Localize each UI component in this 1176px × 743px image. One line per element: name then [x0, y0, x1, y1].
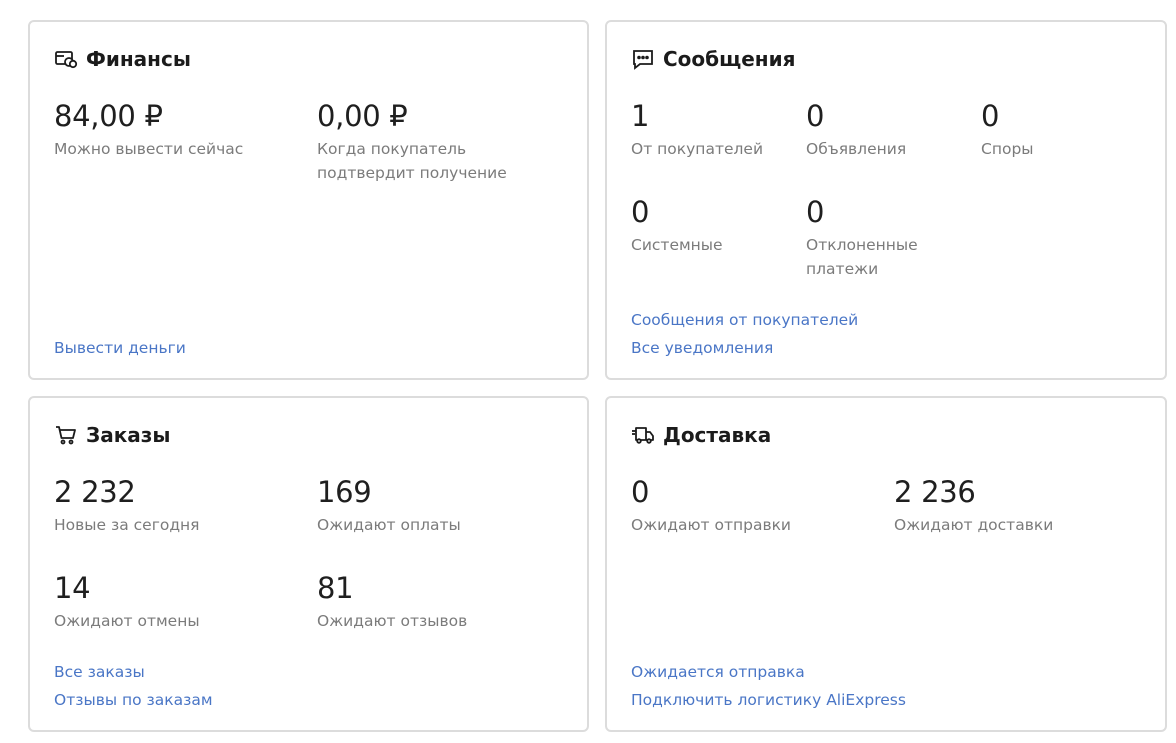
orders-title-text: Заказы [86, 423, 171, 447]
orders-card: Заказы 2 232 Новые за сегодня 169 Ожидаю… [28, 396, 589, 732]
finance-title-text: Финансы [86, 47, 191, 71]
messages-title: Сообщения [631, 47, 795, 71]
connect-aliexpress-logistics-link[interactable]: Подключить логистику AliExpress [631, 690, 906, 710]
delivery-truck-icon [631, 423, 655, 447]
delivery-card: Доставка 0 Ожидают отправки 2 236 Ожидаю… [605, 396, 1167, 732]
delivery-awaiting-shipment-stat: 0 Ожидают отправки [631, 475, 881, 537]
finance-pending-stat: 0,00 ₽ Когда покупатель подтвердит получ… [317, 99, 562, 185]
messages-buyers-value: 1 [631, 99, 650, 133]
finance-card: Финансы 84,00 ₽ Можно вывести сейчас 0,0… [28, 20, 589, 380]
orders-new-today-value: 2 232 [54, 475, 136, 509]
messages-disputes-stat: 0 Споры [981, 99, 1141, 161]
messages-system-stat: 0 Системные [631, 195, 791, 257]
messages-disputes-value: 0 [981, 99, 1000, 133]
messages-announcements-stat: 0 Объявления [806, 99, 966, 161]
messages-buyers-label: От покупателей [631, 140, 764, 158]
delivery-awaiting-delivery-value: 2 236 [894, 475, 976, 509]
chat-bubble-icon [631, 47, 655, 71]
orders-awaiting-reviews-stat: 81 Ожидают отзывов [317, 571, 567, 633]
buyer-messages-link[interactable]: Сообщения от покупателей [631, 310, 858, 330]
orders-awaiting-payment-stat: 169 Ожидают оплаты [317, 475, 567, 537]
withdraw-money-link[interactable]: Вывести деньги [54, 338, 186, 358]
orders-new-today-stat: 2 232 Новые за сегодня [54, 475, 304, 537]
messages-declined-payments-value: 0 [806, 195, 825, 229]
orders-title: Заказы [54, 423, 170, 447]
all-orders-link[interactable]: Все заказы [54, 662, 145, 682]
delivery-awaiting-delivery-stat: 2 236 Ожидают доставки [894, 475, 1144, 537]
orders-awaiting-payment-value: 169 [317, 475, 372, 509]
finance-available-value: 84,00 ₽ [54, 99, 163, 133]
finance-pending-label: Когда покупатель подтвердит получение [317, 140, 507, 182]
messages-system-label: Системные [631, 236, 723, 254]
messages-title-text: Сообщения [663, 47, 796, 71]
messages-declined-payments-label: Отклоненные платежи [806, 236, 918, 278]
finance-available-stat: 84,00 ₽ Можно вывести сейчас [54, 99, 304, 161]
delivery-title: Доставка [631, 423, 771, 447]
delivery-awaiting-shipment-label: Ожидают отправки [631, 516, 792, 534]
messages-buyers-stat: 1 От покупателей [631, 99, 791, 161]
messages-declined-payments-stat: 0 Отклоненные платежи [806, 195, 931, 281]
delivery-awaiting-shipment-value: 0 [631, 475, 650, 509]
all-notifications-link[interactable]: Все уведомления [631, 338, 773, 358]
wallet-coins-icon [54, 47, 78, 71]
shopping-cart-icon [54, 423, 78, 447]
messages-card: Сообщения 1 От покупателей 0 Объявления … [605, 20, 1167, 380]
delivery-title-text: Доставка [663, 423, 772, 447]
messages-announcements-label: Объявления [806, 140, 907, 158]
orders-awaiting-reviews-value: 81 [317, 571, 354, 605]
messages-disputes-label: Споры [981, 140, 1034, 158]
orders-awaiting-cancel-value: 14 [54, 571, 91, 605]
finance-pending-value: 0,00 ₽ [317, 99, 408, 133]
delivery-awaiting-delivery-label: Ожидают доставки [894, 516, 1054, 534]
order-reviews-link[interactable]: Отзывы по заказам [54, 690, 213, 710]
orders-new-today-label: Новые за сегодня [54, 516, 200, 534]
orders-awaiting-payment-label: Ожидают оплаты [317, 516, 461, 534]
messages-system-value: 0 [631, 195, 650, 229]
orders-awaiting-reviews-label: Ожидают отзывов [317, 612, 468, 630]
finance-title: Финансы [54, 47, 191, 71]
orders-awaiting-cancel-label: Ожидают отмены [54, 612, 200, 630]
finance-available-label: Можно вывести сейчас [54, 140, 244, 158]
awaiting-shipment-link[interactable]: Ожидается отправка [631, 662, 805, 682]
orders-awaiting-cancel-stat: 14 Ожидают отмены [54, 571, 304, 633]
messages-announcements-value: 0 [806, 99, 825, 133]
